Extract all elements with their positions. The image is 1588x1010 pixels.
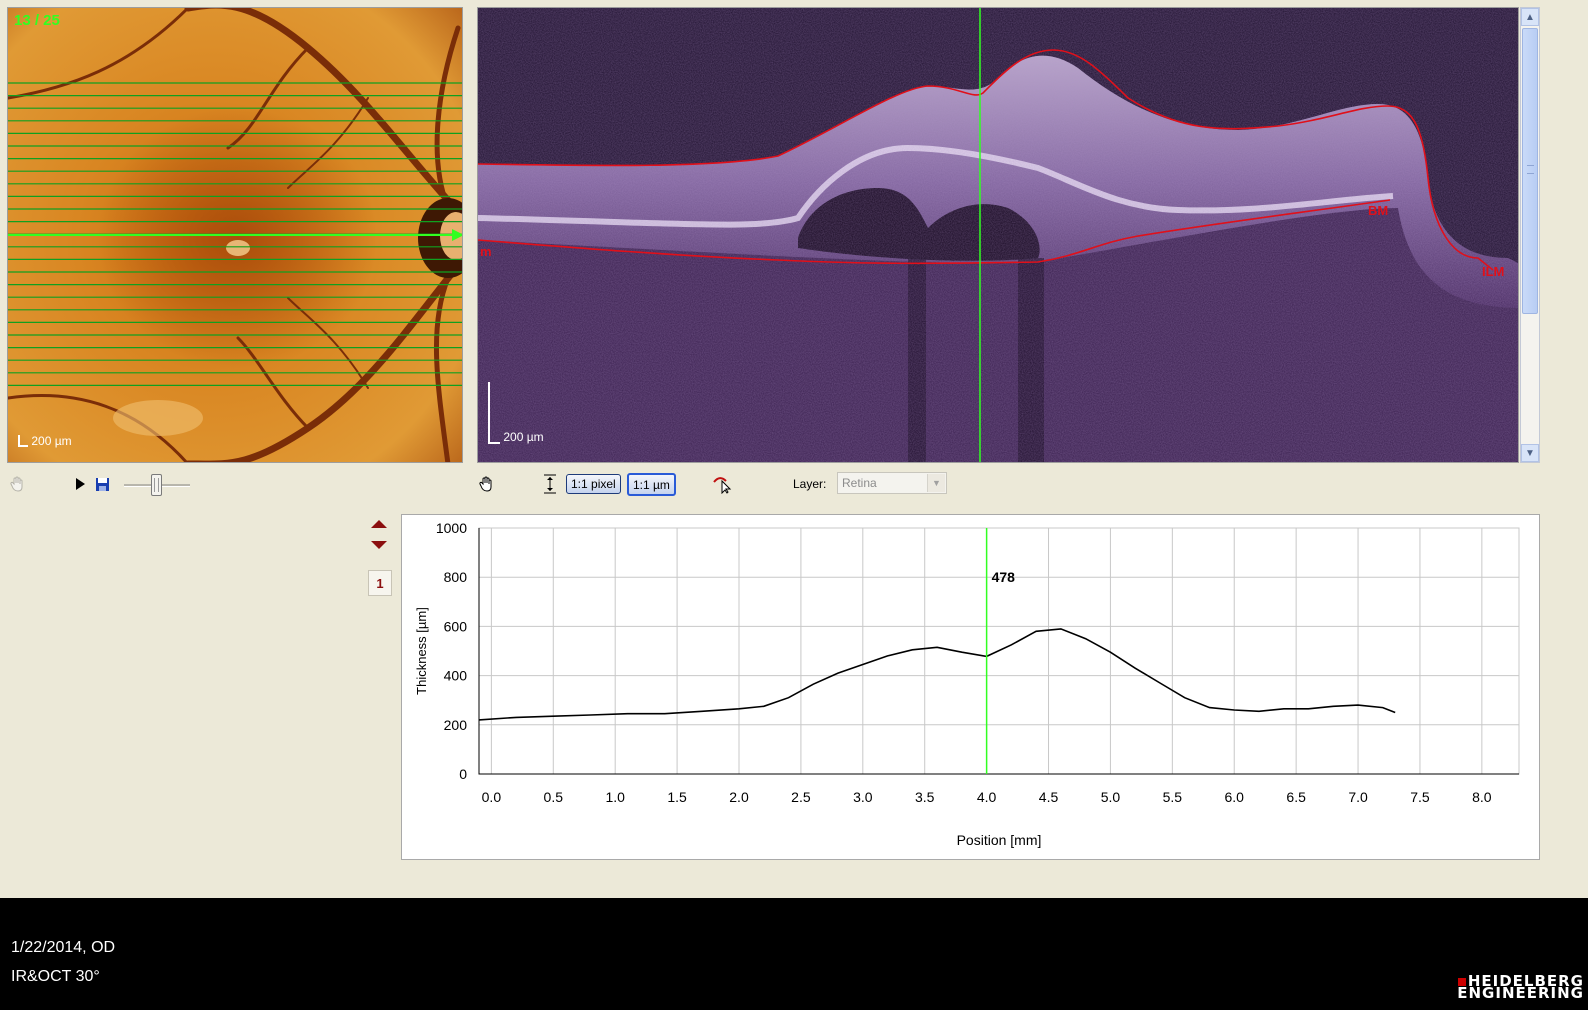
x-tick-label: 4.5 [1039, 789, 1059, 805]
frame-slider-thumb[interactable] [151, 474, 162, 496]
cursor-value-label: 478 [992, 569, 1016, 585]
oct-bscan-image[interactable]: m BM ILM 200 µm [477, 7, 1519, 463]
one-to-one-um-button[interactable]: 1:1 µm [627, 473, 676, 496]
x-tick-label: 2.0 [729, 789, 749, 805]
x-tick-label: 6.0 [1225, 789, 1245, 805]
x-tick-label: 1.0 [605, 789, 625, 805]
scroll-thumb[interactable] [1522, 28, 1538, 314]
scroll-down-button[interactable]: ▼ [1521, 444, 1539, 462]
exam-modality: IR&OCT 30° [11, 968, 100, 985]
x-tick-label: 7.5 [1410, 789, 1430, 805]
fundus-image[interactable]: 13 / 25 200 µm [7, 7, 463, 463]
play-icon[interactable] [70, 474, 90, 494]
x-tick-label: 2.5 [791, 789, 811, 805]
x-tick-label: 3.5 [915, 789, 935, 805]
x-tick-label: 0.0 [482, 789, 502, 805]
fundus-scale-bar: 200 µm [18, 434, 72, 448]
arrow-down-icon[interactable] [370, 538, 388, 556]
y-tick-label: 0 [459, 766, 467, 782]
footer-bar: 1/22/2014, OD IR&OCT 30° HEIDELBERG ENGI… [0, 898, 1588, 1010]
page-number[interactable]: 1 [368, 570, 392, 596]
oct-vertical-scrollbar[interactable]: ▲ ▼ [1520, 7, 1540, 463]
hand-icon[interactable] [8, 474, 28, 494]
y-tick-label: 800 [444, 569, 468, 585]
x-tick-label: 5.0 [1101, 789, 1121, 805]
fundus-scale-label: 200 µm [31, 434, 72, 448]
y-tick-label: 400 [444, 668, 468, 684]
brand-line2: ENGINEERING [1457, 984, 1584, 1002]
oct-scale-label: 200 µm [503, 430, 544, 444]
x-tick-label: 1.5 [667, 789, 687, 805]
x-tick-label: 8.0 [1472, 789, 1492, 805]
x-tick-label: 5.5 [1163, 789, 1183, 805]
segmentation-label-ilm: ILM [1482, 264, 1505, 279]
layer-select-value: Retina [842, 476, 877, 490]
x-tick-label: 0.5 [544, 789, 564, 805]
layer-label: Layer: [793, 477, 827, 491]
x-tick-label: 3.0 [853, 789, 873, 805]
x-tick-label: 6.5 [1286, 789, 1306, 805]
fit-height-icon[interactable] [540, 474, 560, 494]
chevron-down-icon: ▼ [927, 474, 945, 492]
save-icon[interactable] [92, 474, 112, 494]
one-to-one-pixel-button[interactable]: 1:1 pixel [566, 474, 621, 494]
scroll-up-button[interactable]: ▲ [1521, 8, 1539, 26]
layer-select[interactable]: Retina ▼ [837, 472, 947, 494]
thickness-chart: 0.0 0.5 1.0 1.5 2.0 2.5 3.0 3.5 4.0 4.5 5.0 5.5 6.0 6… [401, 514, 1540, 860]
brand-logo: HEIDELBERG ENGINEERING [1457, 974, 1584, 1002]
hand-icon[interactable] [477, 474, 497, 494]
segmentation-label-left: m [480, 244, 492, 259]
x-tick-label: 7.0 [1348, 789, 1368, 805]
exam-date: 1/22/2014, OD [11, 939, 116, 956]
y-tick-label: 200 [444, 717, 468, 733]
y-tick-label: 1000 [436, 520, 467, 536]
thickness-chart-svg: 0.0 0.5 1.0 1.5 2.0 2.5 3.0 3.5 4.0 4.5 5.0 5.5 6.0 6… [414, 520, 1520, 848]
measure-cursor-icon[interactable] [712, 474, 732, 494]
x-tick-label: 4.0 [977, 789, 997, 805]
scan-counter: 13 / 25 [14, 12, 60, 29]
y-tick-label: 600 [444, 618, 468, 634]
segmentation-label-bm: BM [1368, 203, 1389, 218]
x-axis-label: Position [mm] [957, 832, 1042, 848]
oct-scale-bar: 200 µm [488, 382, 544, 444]
y-axis-label: Thickness [µm] [414, 607, 429, 695]
arrow-up-icon[interactable] [370, 517, 388, 535]
thickness-line [478, 628, 1396, 721]
